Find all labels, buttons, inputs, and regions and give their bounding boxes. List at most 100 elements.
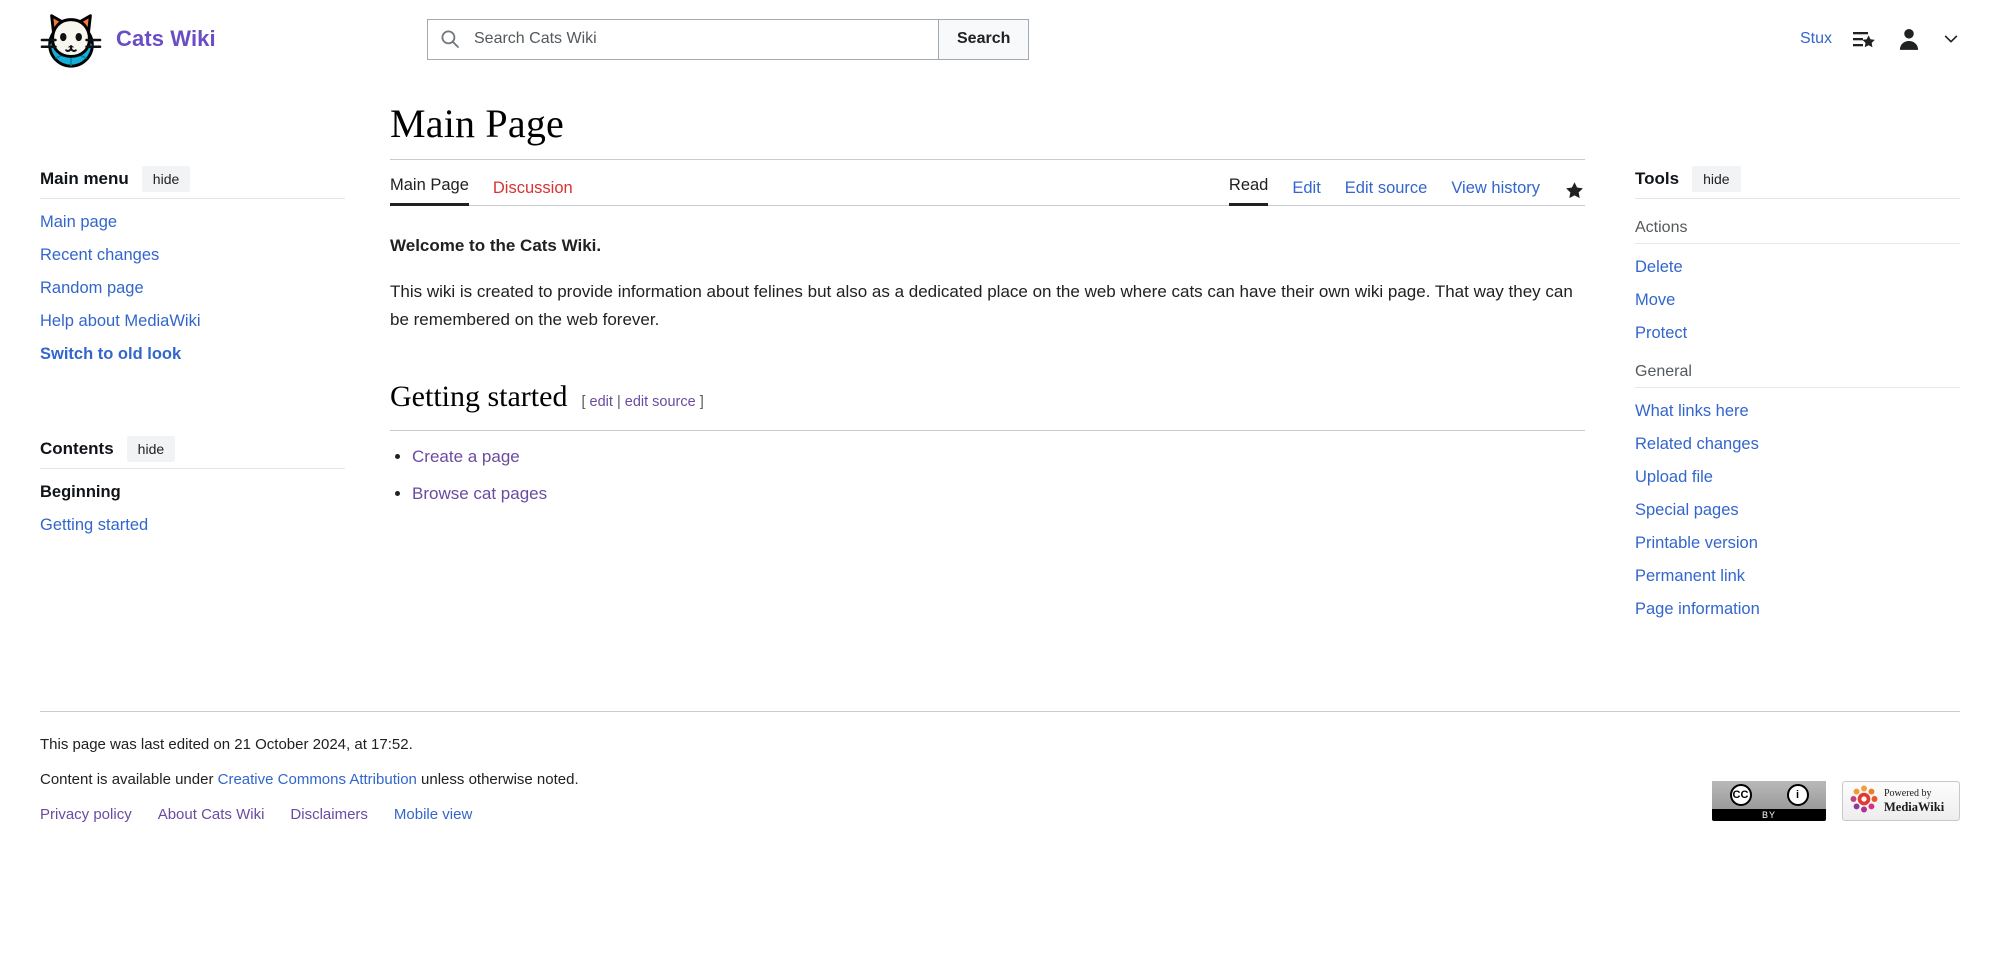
- privacy-policy-link[interactable]: Privacy policy: [40, 806, 132, 823]
- browse-cat-pages-link[interactable]: Browse cat pages: [412, 484, 547, 503]
- tab-read[interactable]: Read: [1228, 176, 1269, 206]
- main-menu-list: Main page Recent changes Random page Hel…: [40, 213, 345, 364]
- contents-hide-button[interactable]: hide: [126, 436, 176, 462]
- license-suffix: unless otherwise noted.: [416, 771, 579, 788]
- toc-beginning-label: Beginning: [40, 483, 121, 501]
- creative-commons-link[interactable]: Creative Commons Attribution: [218, 771, 417, 788]
- section-edit-link[interactable]: edit: [590, 394, 613, 410]
- tab-edit-source[interactable]: Edit source: [1345, 179, 1428, 206]
- powered-by-mediawiki-badge[interactable]: Powered by MediaWiki: [1842, 781, 1960, 821]
- move-link[interactable]: Move: [1635, 291, 1675, 309]
- cc-by-label: BY: [1761, 810, 1776, 820]
- search-button[interactable]: Search: [939, 18, 1030, 60]
- tab-main-page[interactable]: Main Page: [390, 176, 469, 206]
- site-header: Cats Wiki Search Stux: [0, 0, 2000, 78]
- site-brand[interactable]: Cats Wiki: [40, 8, 385, 70]
- tools-item-special-pages: Special pages: [1635, 501, 1960, 520]
- actions-divider: [1635, 243, 1960, 244]
- watchlist-star-icon[interactable]: [1852, 27, 1876, 51]
- sidebar-item-random-page: Random page: [40, 279, 345, 298]
- related-changes-link[interactable]: Related changes: [1635, 435, 1759, 453]
- tools-header: Tools hide: [1635, 166, 1960, 192]
- sidebar-item-switch-look: Switch to old look: [40, 345, 345, 364]
- sidebar-item-help: Help about MediaWiki: [40, 312, 345, 331]
- view-tabs: Read Edit Edit source View history: [1228, 176, 1585, 206]
- contents-header: Contents hide: [40, 436, 345, 462]
- cat-globe-logo-icon[interactable]: [40, 8, 102, 70]
- footer-links: Privacy policy About Cats Wiki Disclaime…: [40, 806, 1960, 823]
- search-input[interactable]: [472, 19, 928, 59]
- main-menu-header: Main menu hide: [40, 166, 345, 192]
- search-box[interactable]: [427, 18, 939, 60]
- main-content: Main Page Main Page Discussion Read Edit…: [345, 78, 1635, 517]
- tools-item-related-changes: Related changes: [1635, 435, 1960, 454]
- tab-view-history[interactable]: View history: [1451, 179, 1540, 206]
- contents-divider: [40, 468, 345, 469]
- about-cats-wiki-link[interactable]: About Cats Wiki: [158, 806, 265, 823]
- footer-badges: CC i BY Powered by MediaWiki: [1712, 781, 1960, 821]
- tools-divider: [1635, 198, 1960, 199]
- search-icon: [440, 29, 460, 49]
- tab-discussion[interactable]: Discussion: [493, 179, 573, 206]
- disclaimers-link[interactable]: Disclaimers: [290, 806, 368, 823]
- contents-title: Contents: [40, 439, 114, 458]
- tools-item-page-information: Page information: [1635, 600, 1960, 619]
- toc-item-beginning[interactable]: Beginning: [40, 483, 345, 502]
- tools-hide-button[interactable]: hide: [1692, 166, 1741, 192]
- delete-link[interactable]: Delete: [1635, 258, 1683, 276]
- sidebar-item-recent-changes: Recent changes: [40, 246, 345, 265]
- site-footer: This page was last edited on 21 October …: [40, 711, 1960, 823]
- mobile-view-link[interactable]: Mobile view: [394, 806, 472, 823]
- main-menu-hide-button[interactable]: hide: [141, 166, 191, 192]
- random-page-link[interactable]: Random page: [40, 279, 144, 297]
- printable-version-link[interactable]: Printable version: [1635, 534, 1758, 552]
- general-divider: [1635, 387, 1960, 388]
- star-filled-icon[interactable]: [1564, 180, 1585, 206]
- special-pages-link[interactable]: Special pages: [1635, 501, 1739, 519]
- create-a-page-link[interactable]: Create a page: [412, 447, 520, 466]
- page-information-link[interactable]: Page information: [1635, 600, 1760, 618]
- site-title[interactable]: Cats Wiki: [116, 26, 216, 52]
- search-form: Search: [427, 18, 1030, 60]
- permanent-link-link[interactable]: Permanent link: [1635, 567, 1745, 585]
- tools-group-general-title: General: [1635, 363, 1692, 380]
- cc-logo-icon: CC: [1729, 784, 1752, 806]
- sidebar-item-main-page: Main page: [40, 213, 345, 232]
- creative-commons-badge-icon[interactable]: CC i BY: [1712, 781, 1826, 821]
- intro-paragraph: This wiki is created to provide informat…: [390, 282, 1573, 330]
- tools-item-delete: Delete: [1635, 258, 1960, 277]
- toc-getting-started-link[interactable]: Getting started: [40, 516, 148, 534]
- main-menu-title: Main menu: [40, 169, 129, 188]
- tools-title: Tools: [1635, 169, 1680, 188]
- license-text: Content is available under Creative Comm…: [40, 771, 1960, 788]
- tools-item-permanent-link: Permanent link: [1635, 567, 1960, 586]
- section-edit-source-link[interactable]: edit source: [625, 394, 696, 410]
- page-title: Main Page: [390, 101, 564, 146]
- tools-general-list: What links here Related changes Upload f…: [1635, 402, 1960, 619]
- user-name-link[interactable]: Stux: [1800, 30, 1832, 48]
- cc-badge-top: CC i: [1712, 781, 1826, 809]
- edit-bracket-close: ]: [699, 394, 704, 411]
- chevron-down-icon[interactable]: [1942, 30, 1960, 48]
- powered-by-mediawiki-label: Powered by MediaWiki: [1884, 788, 1944, 814]
- what-links-here-link[interactable]: What links here: [1635, 402, 1749, 420]
- getting-started-list: Create a page Browse cat pages: [390, 443, 1585, 508]
- list-item: Browse cat pages: [412, 480, 1585, 508]
- tools-group-actions-title: Actions: [1635, 219, 1688, 236]
- article-body: Welcome to the Cats Wiki. This wiki is c…: [390, 232, 1585, 508]
- help-about-mediawiki-link[interactable]: Help about MediaWiki: [40, 312, 201, 330]
- recent-changes-link[interactable]: Recent changes: [40, 246, 159, 264]
- edit-separator: |: [616, 394, 621, 411]
- main-page-link[interactable]: Main page: [40, 213, 117, 231]
- user-avatar-icon[interactable]: [1896, 26, 1922, 52]
- tools-item-printable-version: Printable version: [1635, 534, 1960, 553]
- upload-file-link[interactable]: Upload file: [1635, 468, 1713, 486]
- page-body: Main menu hide Main page Recent changes …: [0, 78, 2000, 633]
- powered-by-line: Powered by: [1884, 788, 1932, 800]
- mediawiki-sunflower-icon: [1850, 785, 1878, 818]
- switch-to-old-look-link[interactable]: Switch to old look: [40, 345, 181, 363]
- edit-bracket-open: [: [581, 394, 586, 411]
- tools-item-protect: Protect: [1635, 324, 1960, 343]
- tab-edit[interactable]: Edit: [1292, 179, 1320, 206]
- protect-link[interactable]: Protect: [1635, 324, 1687, 342]
